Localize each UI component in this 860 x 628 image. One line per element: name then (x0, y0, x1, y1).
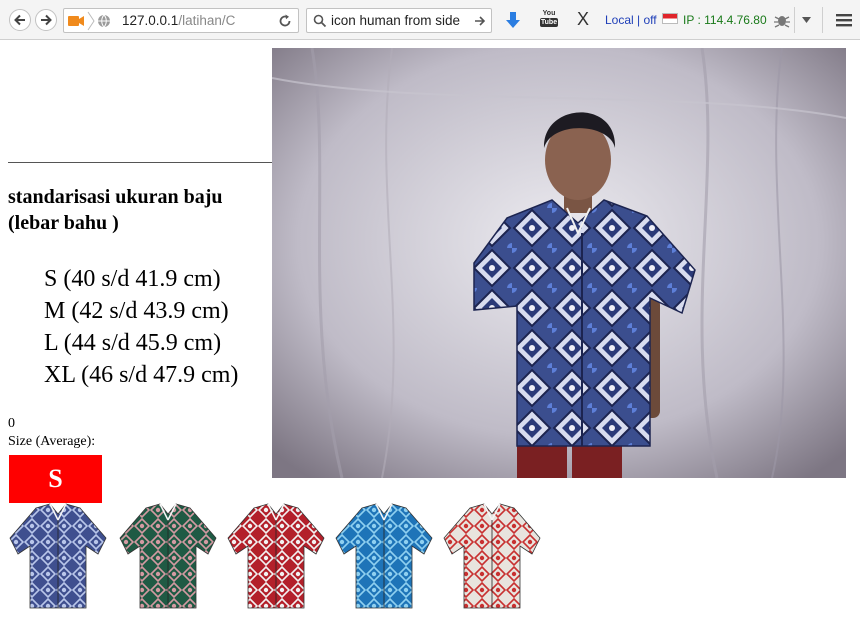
size-chart-list: S (40 s/d 41.9 cm) M (42 s/d 43.9 cm) L … (44, 263, 238, 391)
search-icon (313, 14, 327, 28)
url-text[interactable]: 127.0.0.1/latihan/C (122, 13, 264, 28)
ip-address: IP : 114.4.76.80 (683, 13, 767, 27)
horizontal-rule (8, 162, 272, 163)
address-bar[interactable]: 127.0.0.1/latihan/C (63, 8, 299, 33)
heading-line-2: (lebar bahu ) (8, 212, 119, 234)
search-query[interactable]: icon human from side (331, 13, 460, 28)
average-size-label: Size (Average): (8, 434, 96, 449)
webcam-image (272, 48, 846, 478)
size-m-item: M (42 s/d 43.9 cm) (44, 298, 229, 324)
batik-shirt-green-icon (119, 503, 217, 609)
globe-icon[interactable] (97, 14, 111, 28)
camera-icon[interactable] (68, 15, 84, 27)
batik-shirt-cyan-icon (335, 503, 433, 609)
measurement-counter: 0 (8, 416, 15, 431)
size-xl-item: XL (46 s/d 47.9 cm) (44, 362, 239, 388)
menu-icon[interactable] (836, 12, 852, 28)
download-icon[interactable] (505, 11, 521, 29)
size-l-item: L (44 s/d 45.9 cm) (44, 330, 222, 356)
bug-icon[interactable] (773, 12, 791, 28)
heading-line-1: standarisasi ukuran baju (8, 186, 223, 208)
camera-view (272, 48, 846, 478)
forward-button[interactable] (35, 9, 57, 31)
chevron-down-icon[interactable] (802, 17, 811, 23)
chevron-right-icon (87, 11, 95, 31)
back-arrow-icon (14, 14, 25, 26)
average-size-badge: S (9, 455, 102, 503)
batik-shirt-blue-patchwork-icon (9, 503, 107, 609)
reload-icon[interactable] (278, 14, 292, 28)
close-x-button[interactable]: X (577, 9, 589, 30)
back-button[interactable] (9, 9, 31, 31)
youtube-icon[interactable]: You Tube (540, 10, 558, 30)
forward-arrow-icon (41, 14, 52, 26)
shirt-thumbnail-2[interactable] (118, 502, 218, 612)
batik-shirt-white-floral-icon (443, 503, 541, 609)
shirt-thumbnail-5[interactable] (442, 502, 542, 612)
local-status[interactable]: Local | off (605, 13, 657, 27)
search-bar[interactable]: icon human from side (306, 8, 492, 33)
size-s-item: S (40 s/d 41.9 cm) (44, 266, 221, 292)
flag-icon (662, 13, 678, 24)
batik-shirt-red-icon (227, 503, 325, 609)
search-go-icon[interactable] (474, 15, 486, 27)
shirt-thumbnail-4[interactable] (334, 502, 434, 612)
browser-toolbar: 127.0.0.1/latihan/C icon human from side… (0, 0, 860, 40)
page-heading: standarisasi ukuran baju (lebar bahu ) (8, 184, 270, 236)
shirt-thumbnail-1[interactable] (8, 502, 108, 612)
shirt-thumbnail-3[interactable] (226, 502, 326, 612)
